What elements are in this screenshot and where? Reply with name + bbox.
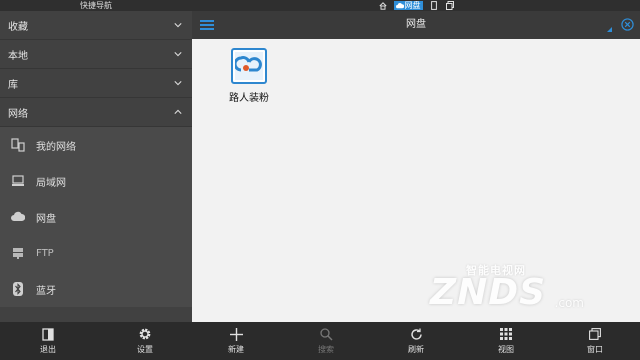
chevron-down-icon (174, 81, 182, 86)
view-button[interactable]: 视图 (476, 322, 536, 360)
cloud-drive-account-icon (231, 48, 267, 84)
watermark: 智能电视网 ZNDS .com (426, 258, 584, 318)
button-label: 退出 (40, 345, 56, 354)
refresh-button[interactable]: 刷新 (386, 322, 446, 360)
close-icon[interactable] (621, 18, 634, 31)
section-label: 库 (8, 79, 18, 91)
new-button[interactable]: 新建 (206, 322, 266, 360)
status-tab-cloud[interactable]: 网盘 (393, 1, 423, 10)
refresh-icon (409, 327, 423, 341)
button-label: 新建 (228, 345, 244, 354)
toolbar: 网盘 (192, 11, 640, 39)
windows-icon (588, 327, 602, 341)
bottom-bar: 退出 设置 新建 搜索 刷新 视图 窗口 (0, 322, 640, 360)
sidebar-item-lan[interactable]: 局域网 (0, 163, 192, 199)
sidebar-item-bluetooth[interactable]: 蓝牙 (0, 271, 192, 307)
plus-icon (229, 327, 243, 341)
sidebar: 快捷导航 收藏 本地 库 网络 我的网络 局域网 网盘 FTP 蓝牙 (0, 0, 192, 322)
section-local[interactable]: 本地 (0, 40, 192, 69)
file-item[interactable]: 路人装粉 (220, 48, 278, 104)
section-library[interactable]: 库 (0, 69, 192, 98)
sidebar-item-label: 蓝牙 (36, 285, 56, 297)
phone-icon[interactable] (429, 1, 439, 10)
sidebar-item-label: 我的网络 (36, 141, 76, 153)
settings-button[interactable]: 设置 (115, 322, 175, 360)
chevron-up-icon (174, 109, 182, 114)
watermark-suffix: .com (554, 296, 584, 310)
sidebar-item-label: 局域网 (36, 177, 66, 189)
button-label: 设置 (137, 345, 153, 354)
exit-button[interactable]: 退出 (18, 322, 78, 360)
file-browser: 路人装粉 智能电视网 ZNDS .com (192, 39, 640, 322)
network-list: 我的网络 局域网 网盘 FTP 蓝牙 (0, 127, 192, 307)
sidebar-item-label: 网盘 (36, 213, 56, 225)
chevron-down-icon (174, 23, 182, 28)
section-label: 网络 (8, 108, 28, 120)
sidebar-item-label: FTP (36, 247, 54, 259)
search-button[interactable]: 搜索 (296, 322, 356, 360)
lan-computer-icon (10, 173, 26, 189)
bluetooth-icon (10, 281, 26, 297)
chevron-down-icon (174, 52, 182, 57)
status-bar: 网盘 (192, 0, 640, 11)
search-icon (319, 327, 333, 341)
dropdown-corner-icon[interactable] (607, 27, 612, 32)
cloud-icon (395, 2, 404, 8)
gear-icon (138, 327, 152, 341)
button-label: 窗口 (587, 345, 603, 354)
button-label: 视图 (498, 345, 514, 354)
watermark-logo: ZNDS (430, 272, 547, 313)
cloud-icon (10, 209, 26, 225)
copy-icon[interactable] (445, 1, 455, 10)
button-label: 刷新 (408, 345, 424, 354)
sidebar-item-cloud[interactable]: 网盘 (0, 199, 192, 235)
page-title: 网盘 (406, 19, 426, 30)
section-label: 本地 (8, 50, 28, 62)
home-icon[interactable] (378, 1, 388, 10)
file-label: 路人装粉 (229, 93, 269, 104)
ftp-server-icon (10, 245, 26, 261)
grid-view-icon (499, 327, 513, 341)
window-button[interactable]: 窗口 (565, 322, 625, 360)
section-label: 收藏 (8, 21, 28, 33)
sidebar-title: 快捷导航 (0, 0, 192, 11)
sidebar-item-ftp[interactable]: FTP (0, 235, 192, 271)
button-label: 搜索 (318, 345, 334, 354)
my-network-icon (10, 137, 26, 153)
status-tab-label: 网盘 (404, 1, 421, 10)
exit-icon (41, 327, 55, 341)
section-network[interactable]: 网络 (0, 98, 192, 127)
sidebar-item-my-network[interactable]: 我的网络 (0, 127, 192, 163)
section-favorites[interactable]: 收藏 (0, 11, 192, 40)
